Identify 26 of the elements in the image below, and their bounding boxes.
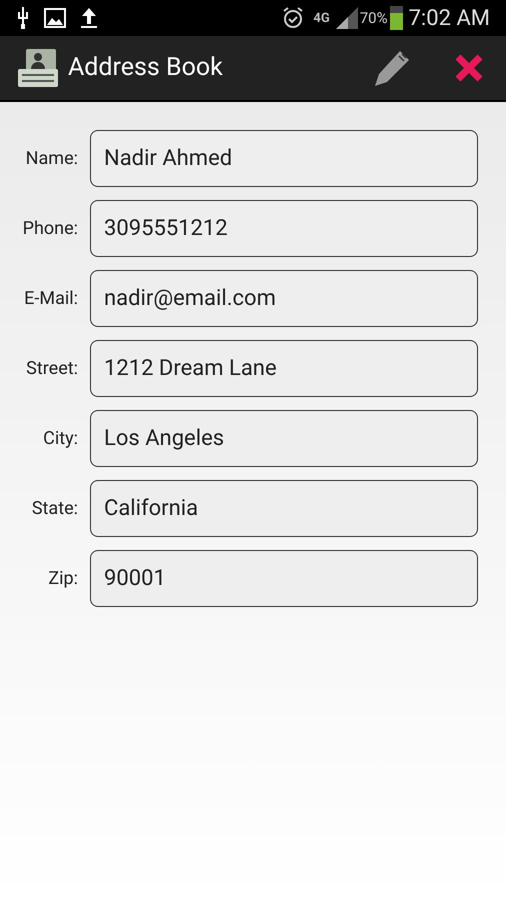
battery-percent: 70% <box>360 8 388 29</box>
signal-icon <box>336 7 358 29</box>
input-field[interactable]: Nadir Ahmed <box>90 130 478 187</box>
field-label: Phone: <box>22 217 79 241</box>
usb-icon <box>16 7 30 29</box>
battery-icon <box>390 6 403 30</box>
clock-time: 7:02 AM <box>408 4 490 32</box>
field-label: Name: <box>24 147 79 171</box>
input-field[interactable]: nadir@email.com <box>90 270 478 327</box>
app-title: Address Book <box>68 52 223 84</box>
close-icon[interactable] <box>454 53 484 83</box>
field-label: State: <box>30 497 79 521</box>
alarm-clock-icon <box>281 6 306 30</box>
field-label: E-Mail: <box>23 287 79 311</box>
field-label: Zip: <box>47 567 79 591</box>
input-field[interactable]: 3095551212 <box>90 200 478 257</box>
image-icon <box>44 8 66 28</box>
pencil-icon[interactable] <box>372 48 412 88</box>
input-field[interactable]: 90001 <box>90 550 478 607</box>
field-label: Street: <box>25 357 79 381</box>
input-field[interactable]: Los Angeles <box>90 410 478 467</box>
network-type-label: 4G <box>313 12 330 24</box>
input-field[interactable]: California <box>90 480 478 537</box>
field-label: City: <box>42 427 79 451</box>
upload-icon <box>80 7 98 29</box>
input-field[interactable]: 1212 Dream Lane <box>90 340 478 397</box>
